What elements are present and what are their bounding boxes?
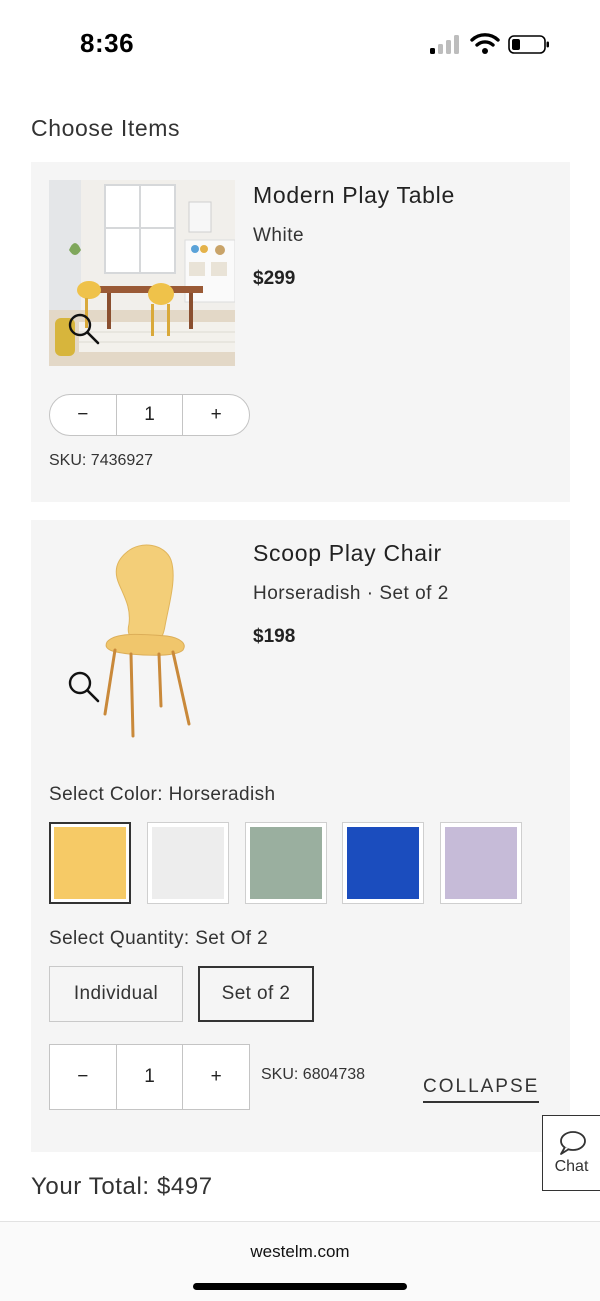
swatch-fill — [445, 827, 517, 899]
magnifier-icon[interactable] — [67, 312, 101, 346]
battery-icon — [508, 35, 549, 54]
option-set-of-2[interactable]: Set of 2 — [198, 966, 314, 1022]
swatch-fill — [347, 827, 419, 899]
url-text[interactable]: westelm.com — [0, 1242, 600, 1262]
chat-bubble-icon — [559, 1131, 586, 1155]
item-card-chair: Scoop Play Chair Horseradish · Set of 2 … — [31, 520, 570, 1152]
color-swatch-horseradish[interactable] — [49, 822, 131, 904]
page-title: Choose Items — [31, 115, 181, 141]
decrement-button[interactable]: − — [50, 1045, 116, 1109]
item-variant: White — [253, 225, 305, 246]
product-image-chair[interactable] — [49, 538, 235, 738]
order-total: Your Total: $497 — [31, 1173, 213, 1200]
swatch-fill — [152, 827, 224, 899]
increment-button[interactable]: + — [183, 1045, 249, 1109]
option-individual[interactable]: Individual — [49, 966, 183, 1022]
item-price: $198 — [253, 626, 296, 647]
collapse-link[interactable]: COLLAPSE — [423, 1076, 540, 1103]
item-card-table: Modern Play Table White $299 − 1 + SKU: … — [31, 162, 570, 502]
quantity-select-label: Select Quantity: Set Of 2 — [49, 928, 269, 949]
chat-label: Chat — [554, 1158, 589, 1175]
sku-label: SKU: 7436927 — [49, 452, 154, 469]
decrement-button[interactable]: − — [50, 395, 116, 435]
item-variant: Horseradish · Set of 2 — [253, 583, 449, 604]
status-bar: 8:36 — [0, 0, 600, 90]
swatch-fill — [250, 827, 322, 899]
quantity-value[interactable]: 1 — [115, 1045, 184, 1109]
quantity-stepper: − 1 + — [49, 1044, 250, 1110]
quantity-stepper: − 1 + — [49, 394, 250, 436]
chat-button[interactable]: Chat — [542, 1115, 600, 1191]
increment-button[interactable]: + — [183, 395, 249, 435]
browser-url-bar[interactable]: westelm.com — [0, 1221, 600, 1301]
color-swatch-white[interactable] — [147, 822, 229, 904]
swatch-fill — [54, 827, 126, 899]
color-swatch-sage[interactable] — [245, 822, 327, 904]
status-time: 8:36 — [80, 28, 135, 58]
color-swatch-lavender[interactable] — [440, 822, 522, 904]
quantity-value[interactable]: 1 — [115, 395, 184, 435]
cellular-signal-icon — [430, 34, 462, 54]
color-select-label: Select Color: Horseradish — [49, 784, 276, 805]
item-name[interactable]: Scoop Play Chair — [253, 540, 442, 567]
item-price: $299 — [253, 268, 296, 289]
item-name[interactable]: Modern Play Table — [253, 182, 455, 209]
magnifier-icon[interactable] — [67, 670, 101, 704]
wifi-icon — [470, 33, 500, 54]
color-swatch-blue[interactable] — [342, 822, 424, 904]
home-indicator[interactable] — [193, 1283, 407, 1290]
sku-label: SKU: 6804738 — [261, 1066, 366, 1083]
